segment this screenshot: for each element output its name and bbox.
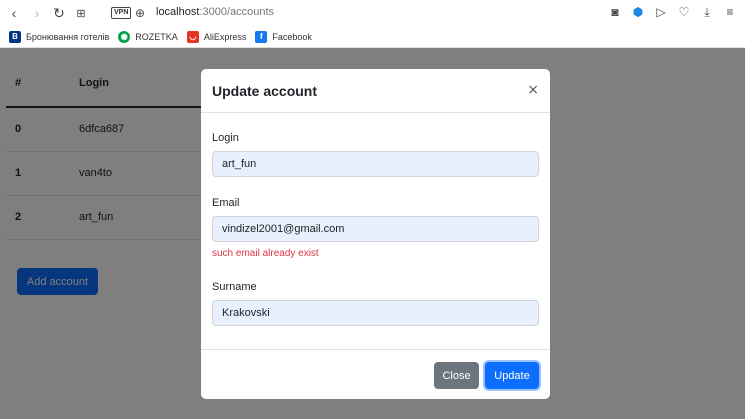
download-icon[interactable]: ⤓ — [700, 5, 714, 20]
email-label: Email — [212, 197, 240, 209]
close-icon[interactable]: × — [527, 82, 539, 98]
toolbar-actions: ◙ ⬢ ▷ ♡ ⤓ ≡ — [608, 5, 737, 20]
tabs-grid-icon[interactable]: ⊞ — [72, 4, 90, 22]
bookmarks-bar: B Бронювання готелів ◉ ROZETKA ◡ AliExpr… — [0, 26, 745, 48]
update-account-modal: Update account × Login Email such email … — [201, 69, 550, 399]
forward-icon[interactable]: › — [28, 4, 46, 22]
send-icon[interactable]: ▷ — [654, 5, 668, 20]
rozetka-icon: ◉ — [118, 30, 131, 43]
booking-icon: B — [9, 30, 21, 43]
bookmark-aliexpress[interactable]: ◡ AliExpress — [186, 30, 247, 43]
bookmark-label: Бронювання готелів — [26, 31, 110, 42]
globe-icon: ⊕ — [134, 6, 146, 20]
login-field[interactable] — [212, 151, 539, 177]
url-host: localhost — [156, 6, 200, 18]
modal-header: Update account × — [201, 69, 550, 113]
url-path: :3000/accounts — [199, 6, 275, 18]
bookmark-facebook[interactable]: f Facebook — [255, 30, 312, 43]
camera-icon[interactable]: ◙ — [608, 5, 622, 20]
bookmark-label: AliExpress — [203, 31, 247, 42]
bookmark-rozetka[interactable]: ◉ ROZETKA — [118, 30, 178, 43]
modal-footer: Close Update — [201, 349, 550, 399]
login-label: Login — [212, 132, 239, 144]
heart-icon[interactable]: ♡ — [677, 5, 691, 20]
menu-icon[interactable]: ≡ — [723, 5, 737, 20]
bookmark-booking[interactable]: B Бронювання готелів — [9, 30, 110, 43]
modal-title: Update account — [212, 83, 318, 99]
aliexpress-icon: ◡ — [186, 30, 199, 43]
vpn-badge[interactable]: VPN — [111, 7, 132, 19]
address-bar[interactable]: localhost:3000/accounts — [156, 6, 274, 18]
browser-toolbar: ‹ › ↻ ⊞ VPN ⊕ localhost:3000/accounts ◙ … — [0, 0, 745, 26]
surname-field[interactable] — [212, 300, 539, 326]
bookmark-label: ROZETKA — [135, 31, 178, 42]
surname-label: Surname — [212, 281, 257, 293]
shield-icon[interactable]: ⬢ — [631, 5, 645, 20]
bookmark-label: Facebook — [272, 31, 312, 42]
email-field[interactable] — [212, 216, 539, 242]
facebook-icon: f — [255, 30, 268, 43]
close-button[interactable]: Close — [434, 362, 479, 389]
update-button[interactable]: Update — [485, 362, 539, 389]
email-error-message: such email already exist — [212, 248, 319, 259]
back-icon[interactable]: ‹ — [5, 4, 23, 22]
reload-icon[interactable]: ↻ — [50, 4, 68, 22]
